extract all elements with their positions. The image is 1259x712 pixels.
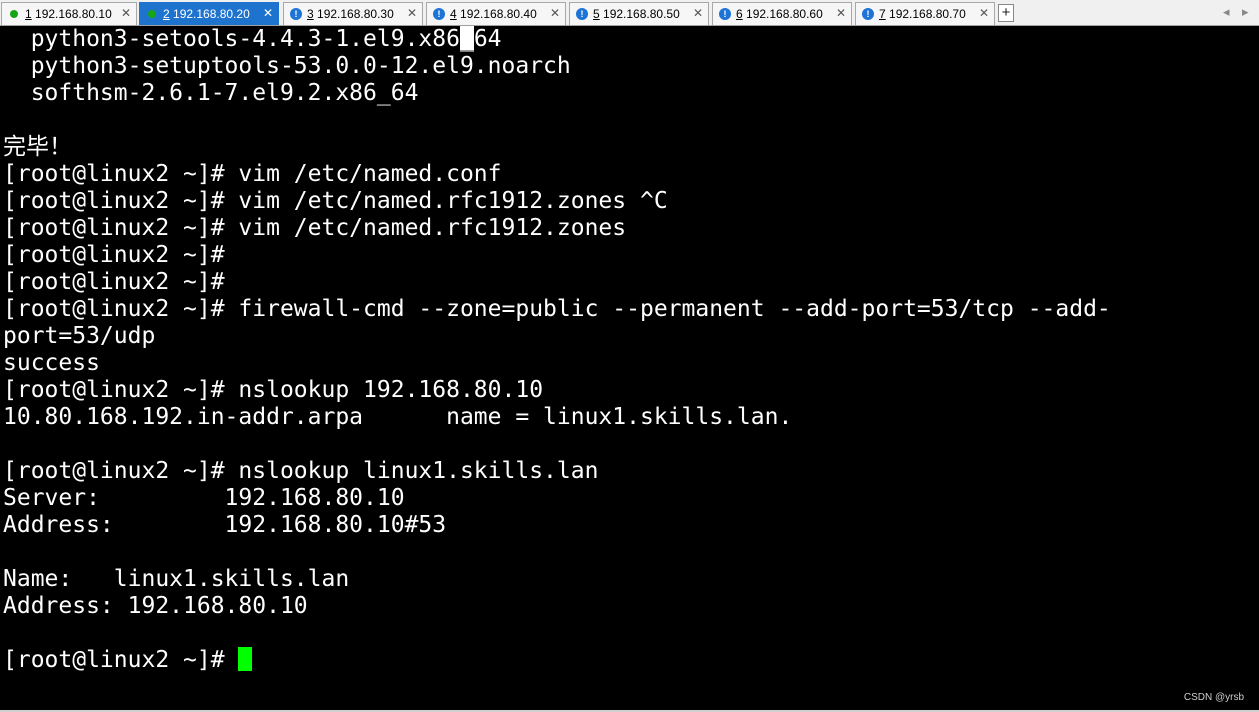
tab-bar: 1 192.168.80.10 ✕ 2 192.168.80.20 ✕ ! 3 … [0,0,1259,26]
terminal-prompt-line[interactable]: [root@linux2 ~]# [3,647,1253,674]
status-warning-icon: ! [433,8,445,20]
close-icon[interactable]: ✕ [550,6,560,20]
watermark: CSDN @yrsb [1183,692,1244,703]
scroll-tabs-right-icon[interactable]: ▸ [1242,4,1249,20]
terminal-line: [root@linux2 ~]# firewall-cmd --zone=pub… [3,296,1111,322]
terminal-line: success [3,350,100,376]
close-icon[interactable]: ✕ [407,6,417,20]
terminal-line: 完毕！ [3,134,72,160]
terminal-line: Address: 192.168.80.10 [3,593,308,619]
status-ok-icon [10,10,18,18]
status-warning-icon: ! [290,8,302,20]
close-icon[interactable]: ✕ [263,6,273,20]
terminal-line: python3-setuptools-53.0.0-12.el9.noarch [3,53,571,79]
close-icon[interactable]: ✕ [836,6,846,20]
new-tab-button[interactable]: + [998,4,1014,22]
terminal-line: [root@linux2 ~]# vim /etc/named.rfc1912.… [3,188,668,214]
tab-session-6[interactable]: ! 6 192.168.80.60 ✕ [712,2,852,25]
terminal-line: [root@linux2 ~]# vim /etc/named.rfc1912.… [3,215,627,241]
terminal-line: port=53/udp [3,323,156,349]
close-icon[interactable]: ✕ [979,6,989,20]
status-warning-icon: ! [862,8,874,20]
tab-label: 5 192.168.80.50 [593,7,680,21]
tab-session-3[interactable]: ! 3 192.168.80.30 ✕ [283,2,423,25]
tab-label: 4 192.168.80.40 [450,7,537,21]
terminal-text: python3-setools-4.4.3-1.el9.x86_64 [3,26,502,52]
terminal-line: [root@linux2 ~]# vim /etc/named.conf [3,161,502,187]
terminal-line: Server: 192.168.80.10 [3,485,405,511]
terminal-line: [root@linux2 ~]# nslookup linux1.skills.… [3,458,599,484]
tab-session-4[interactable]: ! 4 192.168.80.40 ✕ [426,2,566,25]
terminal-line: softhsm-2.6.1-7.el9.2.x86_64 [3,80,419,106]
close-icon[interactable]: ✕ [121,6,131,20]
terminal-line: 10.80.168.192.in-addr.arpa name = linux1… [3,404,793,430]
tab-label: 1 192.168.80.10 [25,7,112,21]
terminal-line: [root@linux2 ~]# [3,242,225,268]
scroll-tabs-left-icon[interactable]: ◂ [1223,4,1230,20]
tab-session-1[interactable]: 1 192.168.80.10 ✕ [1,2,137,25]
terminal-line: Name: linux1.skills.lan [3,566,350,592]
status-warning-icon: ! [576,8,588,20]
terminal-output[interactable]: python3-setools-4.4.3-1.el9.x86_64 pytho… [3,26,1253,710]
terminal-line: [root@linux2 ~]# nslookup 192.168.80.10 [3,377,544,403]
tab-label: 7 192.168.80.70 [879,7,966,21]
tab-session-5[interactable]: ! 5 192.168.80.50 ✕ [569,2,709,25]
close-icon[interactable]: ✕ [693,6,703,20]
text-cursor [238,647,253,671]
tab-label: 3 192.168.80.30 [307,7,394,21]
terminal-line: python3-setools-4.4.3-1.el9.x86_64 [3,26,1253,53]
tab-session-7[interactable]: ! 7 192.168.80.70 ✕ [855,2,995,25]
tab-session-2[interactable]: 2 192.168.80.20 ✕ [139,2,279,25]
tab-label: 6 192.168.80.60 [736,7,823,21]
terminal-line: Address: 192.168.80.10#53 [3,512,447,538]
status-warning-icon: ! [719,8,731,20]
tab-label: 2 192.168.80.20 [163,7,250,21]
selection-highlight: _ [459,26,474,52]
terminal-line: [root@linux2 ~]# [3,269,225,295]
status-ok-icon [148,10,156,18]
shell-prompt: [root@linux2 ~]# [3,647,239,673]
